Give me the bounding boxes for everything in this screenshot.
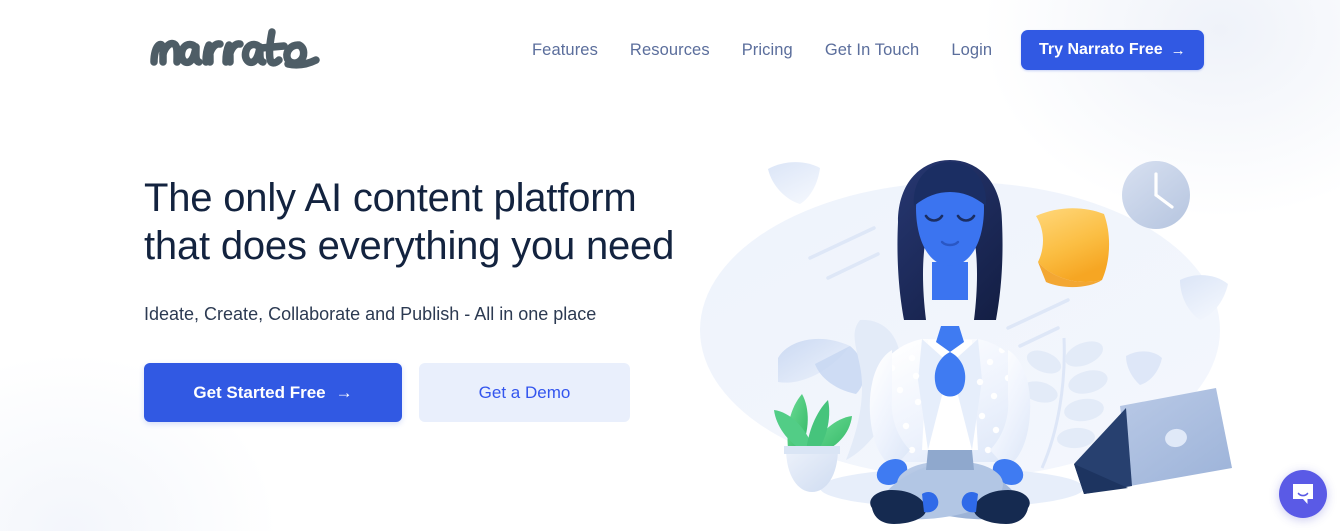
hero-subheadline: Ideate, Create, Collaborate and Publish … <box>144 304 597 324</box>
arrow-right-icon: → <box>1170 41 1186 59</box>
headline-line-1: The only AI content platform <box>144 176 637 220</box>
nav-item-resources[interactable]: Resources <box>630 38 710 62</box>
nav-item-pricing[interactable]: Pricing <box>742 38 793 62</box>
landing-page: Features Resources Pricing Get In Touch … <box>0 0 1340 531</box>
headline-line-2: that does everything you need <box>144 224 675 268</box>
speech-bubble-smile-icon <box>1293 484 1313 504</box>
try-narrato-free-label: Try Narrato Free <box>1039 41 1163 58</box>
try-narrato-free-button[interactable]: Try Narrato Free → <box>1021 30 1204 70</box>
narrato-logo[interactable] <box>148 20 328 76</box>
site-header: Features Resources Pricing Get In Touch … <box>0 0 1340 100</box>
get-a-demo-button[interactable]: Get a Demo <box>419 363 630 422</box>
figure-waistband <box>926 450 974 470</box>
hero-section: The only AI content platform that does e… <box>144 174 684 422</box>
hero-illustration <box>660 150 1280 531</box>
hero-cta-row: Get Started Free → Get a Demo <box>144 363 684 422</box>
clock-icon <box>1122 161 1190 229</box>
main-navigation: Features Resources Pricing Get In Touch … <box>532 38 992 62</box>
page-title: The only AI content platform that does e… <box>144 174 684 270</box>
figure-neck <box>932 262 968 300</box>
get-started-free-button[interactable]: Get Started Free → <box>144 363 402 422</box>
nav-item-features[interactable]: Features <box>532 38 598 62</box>
nav-item-get-in-touch[interactable]: Get In Touch <box>825 38 919 62</box>
get-a-demo-label: Get a Demo <box>478 382 571 402</box>
narrato-wordmark-icon <box>150 28 320 69</box>
chat-launcher-button[interactable] <box>1279 470 1327 518</box>
arrow-right-icon: → <box>335 382 353 402</box>
floating-paper-top <box>768 162 820 204</box>
nav-item-login[interactable]: Login <box>951 38 992 62</box>
get-started-free-label: Get Started Free <box>193 382 326 402</box>
